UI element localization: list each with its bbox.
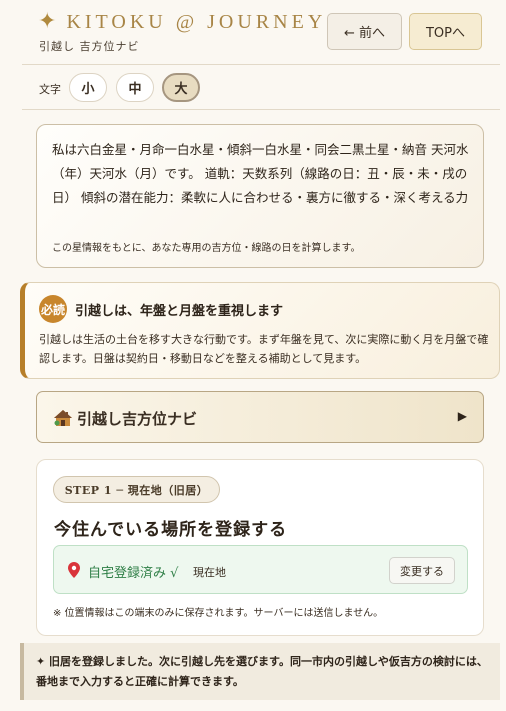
moving-navi-button[interactable]: 引越し吉方位ナビ ▶ [36,391,484,443]
house-icon [54,410,72,426]
registration-status: 自宅登録済み √ [88,566,179,581]
must-read-badge: 必読 [39,295,67,323]
app-header: ✦ KITOKU @ JOURNEY 引越し 吉方位ナビ ← 前へ TOPへ [0,0,506,64]
font-size-small-button[interactable]: 小 [69,73,107,102]
privacy-note: ※ 位置情報はこの端末のみに保存されます。サーバーには送信しません。 [53,608,384,619]
font-size-label: 文字 [39,83,61,96]
top-button[interactable]: TOPへ [409,13,482,50]
registration-location: 現在地 [193,566,226,579]
profile-card: 私は六白金星・月命一白水星・傾斜一白水星・同会二黒土星・納音 天河水（年）天河水… [36,124,484,268]
notice-box: ✦ 旧居を登録しました。次に引越し先を選びます。同一市内の引越しや仮吉方の検討に… [20,643,500,700]
play-arrow-icon: ▶ [457,409,467,423]
divider [22,109,500,110]
must-read-card: 必読 引越しは、年盤と月盤を重視します 引越しは生活の土台を移す大きな行動です。… [20,282,500,379]
font-size-medium-button[interactable]: 中 [116,73,154,102]
change-button[interactable]: 変更する [389,557,455,584]
step-pill: STEP 1 ─ 現在地（旧居） [53,476,220,503]
step-card: STEP 1 ─ 現在地（旧居） 今住んでいる場所を登録する 自宅登録済み √ … [36,459,484,636]
notice-text: ✦ 旧居を登録しました。次に引越し先を選びます。同一市内の引越しや仮吉方の検討に… [36,655,488,688]
brand-title: KITOKU @ JOURNEY [66,11,327,33]
profile-description: 私は六白金星・月命一白水星・傾斜一白水星・同会二黒土星・納音 天河水（年）天河水… [52,142,469,205]
must-read-text: 引越しは生活の土台を移す大きな行動です。まず年盤を見て、次に実際に動く月を月盤で… [39,333,489,365]
profile-note: この星情報をもとに、あなた専用の吉方位・線路の日を計算します。 [52,243,361,254]
registration-box: 自宅登録済み √ 現在地 変更する [53,545,468,594]
prev-button[interactable]: ← 前へ [327,13,402,50]
navi-label: 引越し吉方位ナビ [77,410,198,428]
must-read-title: 引越しは、年盤と月盤を重視します [75,304,284,319]
sparkle-icon: ✦ [38,9,57,34]
step-title: 今住んでいる場所を登録する [54,520,288,540]
pin-icon [68,562,80,578]
divider [22,64,500,65]
font-size-large-button[interactable]: 大 [162,73,200,102]
page-subtitle: 引越し 吉方位ナビ [39,40,140,53]
brand: ✦ KITOKU @ JOURNEY [38,10,326,34]
